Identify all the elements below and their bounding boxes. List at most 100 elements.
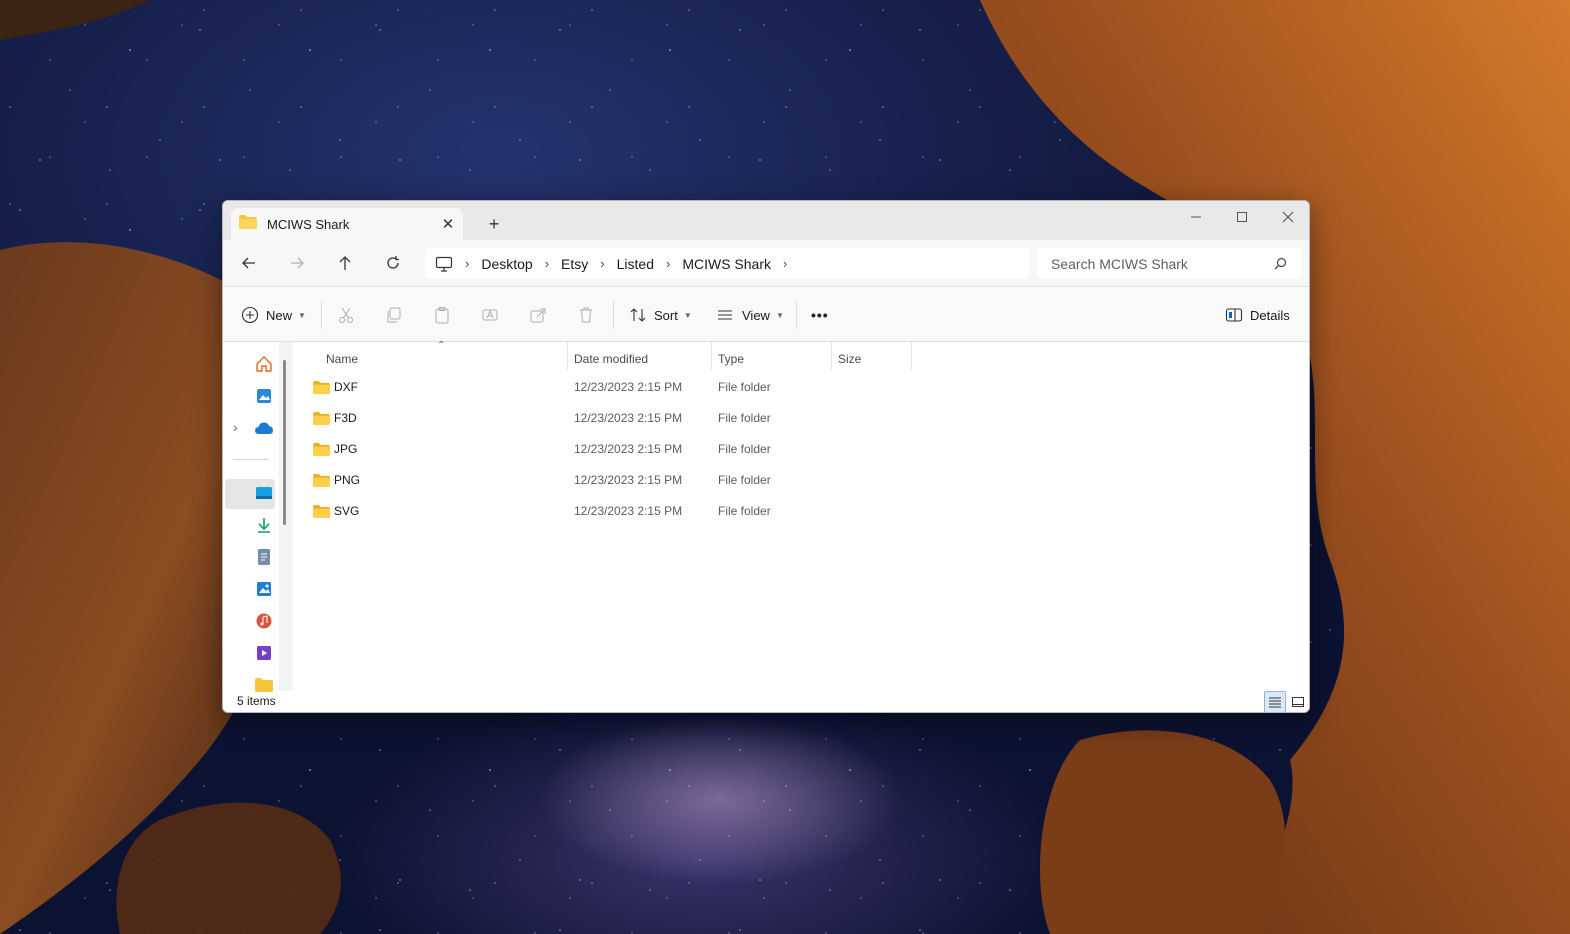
item-count: 5 items (237, 694, 276, 708)
details-label: Details (1250, 307, 1290, 323)
documents-icon[interactable] (253, 546, 275, 568)
search-box[interactable]: Search MCIWS Shark (1037, 248, 1301, 279)
share-button[interactable] (529, 301, 547, 329)
sort-icon (630, 308, 646, 322)
chevron-right-icon[interactable]: › (545, 256, 549, 271)
details-button[interactable]: Details (1225, 301, 1290, 329)
videos-icon[interactable] (253, 642, 275, 664)
chevron-right-icon[interactable]: › (465, 256, 469, 271)
desktop-icon[interactable] (253, 482, 275, 504)
forward-button[interactable] (282, 248, 312, 278)
column-size[interactable]: Size (838, 346, 861, 372)
file-row-jpg[interactable]: JPG 12/23/2023 2:15 PM File folder (309, 434, 909, 464)
pictures-icon[interactable] (253, 578, 275, 600)
status-bar: 5 items (223, 689, 1309, 712)
refresh-icon (387, 256, 399, 269)
folder-icon (313, 403, 330, 433)
onedrive-icon[interactable] (253, 417, 275, 439)
sort-label: Sort (654, 307, 678, 323)
breadcrumb-listed[interactable]: Listed (617, 256, 654, 272)
maximize-icon (1237, 212, 1247, 222)
file-name: SVG (334, 504, 360, 518)
tiles-view-icon (1292, 697, 1304, 707)
file-type: File folder (718, 504, 771, 518)
clipboard-icon (435, 307, 449, 324)
details-view-button[interactable] (1264, 691, 1286, 712)
main-content: › ⌃ Name Date modified Type Size DXF 12/… (223, 340, 1309, 712)
maximize-button[interactable] (1219, 201, 1265, 233)
tab-close-button[interactable]: ✕ (433, 212, 463, 236)
nav-scrollbar-track[interactable] (279, 342, 293, 691)
file-explorer-window: MCIWS Shark ✕ + › Desktop › Etsy › Liste… (222, 200, 1310, 713)
column-divider[interactable] (567, 342, 568, 370)
column-type[interactable]: Type (718, 346, 744, 372)
rename-icon (482, 309, 498, 321)
rename-button[interactable] (481, 301, 499, 329)
minimize-icon (1191, 216, 1201, 218)
folder-icon (313, 434, 330, 464)
minimize-button[interactable] (1173, 201, 1219, 233)
home-icon[interactable] (253, 353, 275, 375)
file-type: File folder (718, 411, 771, 425)
file-row-f3d[interactable]: F3D 12/23/2023 2:15 PM File folder (309, 403, 909, 433)
view-label: View (742, 307, 770, 323)
tab-title: MCIWS Shark (267, 216, 350, 232)
navigation-bar: › Desktop › Etsy › Listed › MCIWS Shark … (223, 240, 1309, 287)
back-button[interactable] (234, 248, 264, 278)
breadcrumb-desktop[interactable]: Desktop (481, 256, 532, 272)
paste-button[interactable] (433, 301, 451, 329)
downloads-icon[interactable] (253, 514, 275, 536)
folder-icon (313, 372, 330, 402)
delete-button[interactable] (577, 301, 595, 329)
file-date: 12/23/2023 2:15 PM (574, 504, 683, 518)
column-date-modified[interactable]: Date modified (574, 346, 648, 372)
column-divider[interactable] (911, 342, 912, 370)
music-icon[interactable] (253, 610, 275, 632)
file-row-png[interactable]: PNG 12/23/2023 2:15 PM File folder (309, 465, 909, 495)
new-button[interactable]: New ▼ (241, 301, 306, 329)
more-options-button[interactable]: ••• (811, 301, 829, 329)
trash-icon (580, 307, 592, 323)
chevron-right-icon[interactable]: › (600, 256, 604, 271)
toolbar-divider (613, 301, 614, 329)
arrow-up-icon (339, 256, 351, 270)
chevron-right-icon[interactable]: › (666, 256, 670, 271)
file-date: 12/23/2023 2:15 PM (574, 442, 683, 456)
search-input[interactable]: Search MCIWS Shark (1051, 256, 1274, 272)
column-divider[interactable] (831, 342, 832, 370)
file-date: 12/23/2023 2:15 PM (574, 473, 683, 487)
breadcrumb-etsy[interactable]: Etsy (561, 256, 588, 272)
search-icon[interactable] (1274, 257, 1287, 270)
address-bar[interactable]: › Desktop › Etsy › Listed › MCIWS Shark … (425, 248, 1029, 279)
nav-divider (233, 459, 269, 460)
tiles-view-button[interactable] (1287, 691, 1309, 712)
breadcrumb-mciws-shark[interactable]: MCIWS Shark (682, 256, 771, 272)
sort-button[interactable]: Sort ▼ (629, 301, 692, 329)
new-label: New (266, 307, 293, 323)
copy-icon (387, 307, 401, 323)
close-icon (1282, 211, 1294, 223)
arrow-right-icon (291, 257, 304, 269)
tab-mciws-shark[interactable]: MCIWS Shark ✕ (231, 208, 463, 240)
expand-chevron-icon[interactable]: › (233, 419, 238, 435)
chevron-right-icon[interactable]: › (783, 256, 787, 271)
view-list-icon (718, 310, 732, 320)
up-button[interactable] (330, 248, 360, 278)
file-name: JPG (334, 442, 358, 456)
refresh-button[interactable] (378, 248, 408, 278)
column-divider[interactable] (711, 342, 712, 370)
file-row-svg[interactable]: SVG 12/23/2023 2:15 PM File folder (309, 496, 909, 526)
toolbar-divider (796, 301, 797, 329)
view-button[interactable]: View ▼ (716, 301, 784, 329)
this-pc-icon[interactable] (435, 256, 453, 272)
share-icon (530, 308, 546, 323)
arrow-left-icon (242, 257, 255, 269)
cut-button[interactable] (337, 301, 355, 329)
copy-button[interactable] (385, 301, 403, 329)
file-row-dxf[interactable]: DXF 12/23/2023 2:15 PM File folder (309, 372, 909, 402)
nav-scrollbar-thumb[interactable] (283, 360, 286, 525)
gallery-icon[interactable] (253, 385, 275, 407)
new-tab-button[interactable]: + (481, 212, 507, 236)
close-window-button[interactable] (1265, 201, 1309, 233)
column-name[interactable]: Name (326, 346, 358, 372)
